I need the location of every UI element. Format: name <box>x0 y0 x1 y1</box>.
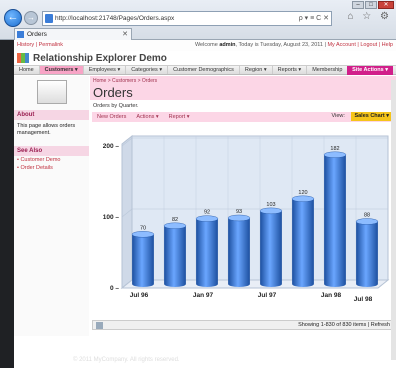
welcome-text: Welcome admin, Today is Tuesday, August … <box>195 40 393 51</box>
bar-top <box>163 222 187 229</box>
brand-title: Relationship Explorer Demo <box>33 52 167 64</box>
grid-toolbar: New Orders Actions ▾ Report ▾ View: Sale… <box>92 112 394 122</box>
bar <box>356 221 378 287</box>
forward-button[interactable]: → <box>24 11 38 25</box>
brand-header: Relationship Explorer Demo <box>14 51 396 65</box>
data-label: 70 <box>140 225 146 231</box>
web-page: History | Permalink Welcome admin, Today… <box>14 40 396 368</box>
see-also-heading: See Also <box>14 146 89 156</box>
menu-item-employees[interactable]: Employees ▾ <box>84 66 127 74</box>
menu-item-membership[interactable]: Membership <box>307 66 349 74</box>
bar-top <box>259 207 283 215</box>
actions-menu[interactable]: Actions ▾ <box>131 114 163 120</box>
tab-orders[interactable]: Orders ✕ <box>14 28 132 40</box>
menu-item-customer-demographics[interactable]: Customer Demographics <box>168 66 240 74</box>
sales-chart: 0 – 100 – 200 – 70 Jul 96 82 92 Jan 97 93 103 Jul … <box>92 128 394 312</box>
data-label: 92 <box>204 210 210 216</box>
page-description: Orders by Quarter. <box>93 103 139 109</box>
x-tick-label: Jul 97 <box>258 292 277 299</box>
x-tick-label: Jan 97 <box>193 292 214 299</box>
welcome-date: , Today is Tuesday, August 23, 2011 | <box>235 42 326 48</box>
bar-top <box>131 231 155 238</box>
history-permalink-links[interactable]: History | Permalink <box>17 40 63 51</box>
chart-svg: 0 – 100 – 200 – 70 Jul 96 82 92 Jan 97 93 103 Jul … <box>103 134 390 303</box>
page-title: Orders <box>93 85 133 100</box>
menu-item-reports[interactable]: Reports ▾ <box>273 66 308 74</box>
see-also-customer-demo-link[interactable]: • Customer Demo <box>14 156 89 164</box>
x-tick-label: Jul 96 <box>130 292 149 299</box>
back-button[interactable]: ← <box>4 9 22 27</box>
bar-top <box>355 218 379 225</box>
sidebar: About This page allows orders management… <box>14 76 89 336</box>
data-label: 88 <box>364 213 370 219</box>
breadcrumb[interactable]: Home > Customers > Orders <box>93 78 393 84</box>
menu-item-categories[interactable]: Categories ▾ <box>126 66 169 74</box>
menu-item-home[interactable]: Home <box>14 66 40 74</box>
browser-toolbar-icons[interactable]: ⌂ ☆ ⚙ <box>347 11 392 22</box>
address-tools-icon[interactable]: ρ ▾ ≡ C ✕ <box>299 12 329 25</box>
bar-top <box>195 215 219 222</box>
account-links[interactable]: My Account | Logout | Help <box>327 42 393 48</box>
y-tick-label: 200 – <box>103 143 120 150</box>
site-favicon-icon <box>45 14 53 23</box>
page-header: Home > Customers > Orders Orders <box>90 76 396 100</box>
view-selector: View: Sales Chart ▾ <box>327 112 392 121</box>
y-tick-label: 100 – <box>103 214 120 221</box>
welcome-prefix: Welcome <box>194 42 218 48</box>
data-label: 182 <box>330 146 339 152</box>
browser-window: – □ ✕ ← → http://localhost:21748/Pages/O… <box>0 0 396 368</box>
new-orders-button[interactable]: New Orders <box>92 114 131 120</box>
about-text: This page allows orders management. <box>17 123 76 136</box>
status-icon[interactable] <box>96 322 103 329</box>
chart-floor <box>120 279 390 289</box>
bar-top <box>291 195 315 203</box>
window-controls: – □ ✕ <box>352 1 394 10</box>
bar <box>164 225 186 287</box>
minimize-button[interactable]: – <box>352 1 364 9</box>
bar-top <box>227 214 251 222</box>
brand-logo-icon <box>17 53 29 63</box>
bar-top <box>323 151 347 158</box>
data-label: 120 <box>298 190 307 196</box>
menu-item-customers[interactable]: Customers ▾ <box>39 66 84 74</box>
main-content: Home > Customers > Orders Orders Orders … <box>90 76 396 336</box>
tab-title: Orders <box>27 31 47 38</box>
top-links-bar: History | Permalink Welcome admin, Today… <box>14 40 396 51</box>
address-bar[interactable]: http://localhost:21748/Pages/Orders.aspx… <box>42 11 332 26</box>
bar <box>132 234 154 287</box>
data-label: 82 <box>172 217 178 223</box>
report-menu[interactable]: Report ▾ <box>164 114 195 120</box>
bar <box>292 198 314 287</box>
x-tick-label: Jul 98 <box>354 296 373 303</box>
tab-close-icon[interactable]: ✕ <box>122 29 128 40</box>
close-window-button[interactable]: ✕ <box>378 1 394 9</box>
data-label: 103 <box>266 202 275 208</box>
view-label: View: <box>331 113 345 119</box>
user-name: admin <box>219 42 236 48</box>
bar <box>196 218 218 287</box>
data-label: 93 <box>236 209 242 215</box>
chart-side-wall <box>121 134 133 290</box>
tab-favicon-icon <box>17 31 24 38</box>
y-tick-label: 0 – <box>110 285 119 292</box>
bar <box>228 217 250 287</box>
site-actions-button[interactable]: Site Actions ▾ <box>347 66 393 75</box>
address-url: http://localhost:21748/Pages/Orders.aspx <box>55 15 175 22</box>
menu-item-region[interactable]: Region ▾ <box>240 66 273 74</box>
grid-status-bar: Showing 1-830 of 830 items | Refresh <box>92 320 394 330</box>
main-menu: Home Customers ▾ Employees ▾ Categories … <box>14 65 396 75</box>
see-also-order-details-link[interactable]: • Order Details <box>14 164 89 172</box>
maximize-button[interactable]: □ <box>365 1 377 9</box>
view-dropdown[interactable]: Sales Chart ▾ <box>351 112 392 121</box>
status-text[interactable]: Showing 1-830 of 830 items | Refresh <box>298 322 390 328</box>
browser-chrome: – □ ✕ ← → http://localhost:21748/Pages/O… <box>0 0 396 40</box>
x-tick-label: Jan 98 <box>321 292 342 299</box>
about-heading: About <box>14 110 89 120</box>
bar <box>324 154 346 287</box>
bar <box>260 210 282 287</box>
page-scrollbar[interactable] <box>391 80 396 360</box>
page-illustration-icon <box>36 80 67 104</box>
footer-text: © 2011 MyCompany. All rights reserved. <box>73 357 180 363</box>
